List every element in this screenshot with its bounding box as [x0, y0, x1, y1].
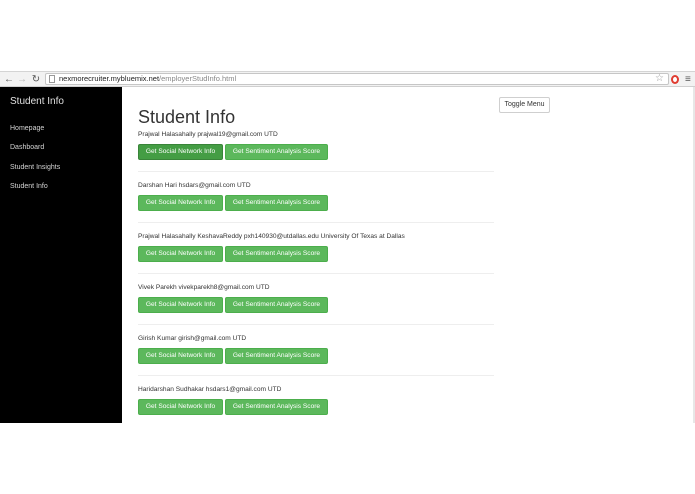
page-title: Student Info — [138, 107, 236, 127]
student-details: Haridarshan Sudhakar hsdars1@gmail.com U… — [138, 386, 282, 393]
divider — [138, 273, 494, 274]
back-arrow-icon[interactable]: ← — [3, 73, 15, 86]
student-details: Darshan Hari hsdars@gmail.com UTD — [138, 182, 251, 189]
student-details: Prajwal Halasahally prajwal19@gmail.com … — [138, 131, 278, 138]
star-icon[interactable]: ☆ — [655, 73, 664, 84]
page-icon — [49, 75, 55, 83]
divider — [138, 171, 494, 172]
sentiment-analysis-button[interactable]: Get Sentiment Analysis Score — [225, 144, 328, 160]
social-network-button[interactable]: Get Social Network Info — [138, 144, 223, 160]
student-details: Vivek Parekh vivekparekh8@gmail.com UTD — [138, 284, 270, 291]
sentiment-analysis-button[interactable]: Get Sentiment Analysis Score — [225, 246, 328, 262]
social-network-button[interactable]: Get Social Network Info — [138, 399, 223, 415]
sidebar-item-student-insights[interactable]: Student Insights — [10, 164, 60, 171]
address-bar[interactable]: nexmorecruiter.mybluemix.net/employerStu… — [45, 73, 669, 85]
divider — [138, 375, 494, 376]
student-details: Prajwal Halasahally KeshavaReddy pxh1409… — [138, 233, 405, 240]
url-path: /employerStudInfo.html — [159, 74, 237, 83]
url-text: nexmorecruiter.mybluemix.net/employerStu… — [59, 74, 236, 84]
sidebar-item-dashboard[interactable]: Dashboard — [10, 144, 44, 151]
divider — [138, 324, 494, 325]
social-network-button[interactable]: Get Social Network Info — [138, 297, 223, 313]
student-details: Girish Kumar girish@gmail.com UTD — [138, 335, 247, 342]
social-network-button[interactable]: Get Social Network Info — [138, 195, 223, 211]
sentiment-analysis-button[interactable]: Get Sentiment Analysis Score — [225, 348, 328, 364]
url-host: nexmorecruiter.mybluemix.net — [59, 74, 160, 83]
browser-toolbar: ← → ↻ nexmorecruiter.mybluemix.net/emplo… — [0, 71, 695, 87]
divider — [138, 222, 494, 223]
social-network-button[interactable]: Get Social Network Info — [138, 348, 223, 364]
sentiment-analysis-button[interactable]: Get Sentiment Analysis Score — [225, 399, 328, 415]
extension-icon[interactable] — [671, 75, 679, 84]
toggle-menu-button[interactable]: Toggle Menu — [499, 97, 550, 113]
reload-icon[interactable]: ↻ — [30, 73, 42, 86]
sidebar-item-student-info[interactable]: Student Info — [10, 183, 48, 190]
sidebar-brand[interactable]: Student Info — [10, 96, 64, 107]
forward-arrow-icon[interactable]: → — [16, 73, 28, 86]
sentiment-analysis-button[interactable]: Get Sentiment Analysis Score — [225, 297, 328, 313]
menu-icon[interactable]: ≡ — [685, 73, 691, 86]
sidebar: Student Info Homepage Dashboard Student … — [0, 87, 122, 423]
main-content: Toggle Menu Student Info Prajwal Halasah… — [122, 87, 695, 423]
sentiment-analysis-button[interactable]: Get Sentiment Analysis Score — [225, 195, 328, 211]
social-network-button[interactable]: Get Social Network Info — [138, 246, 223, 262]
sidebar-item-homepage[interactable]: Homepage — [10, 125, 44, 132]
